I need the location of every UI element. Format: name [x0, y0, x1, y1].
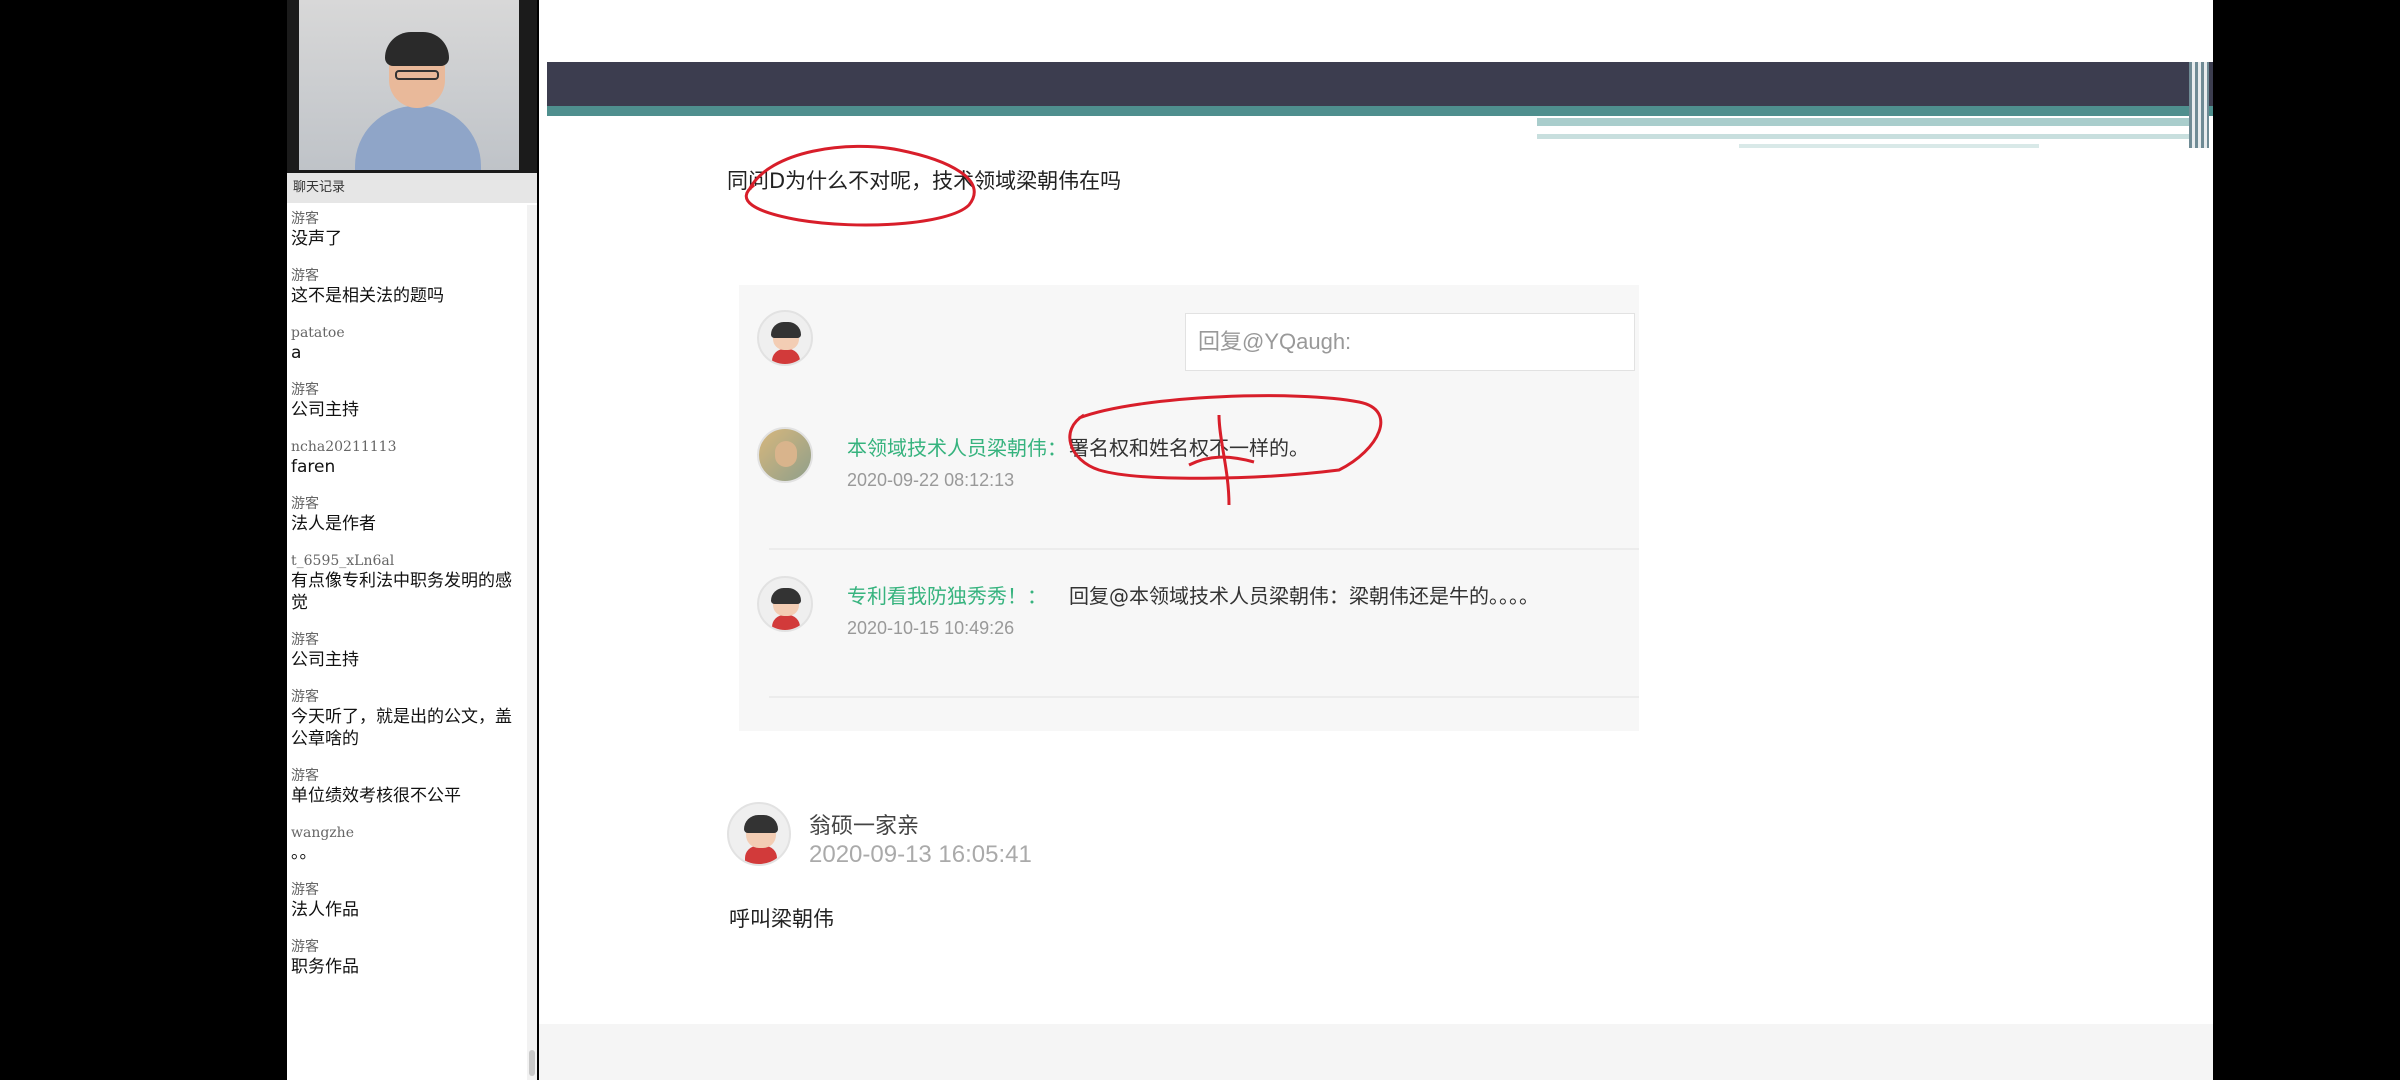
slide-header-accent-line [1537, 134, 2207, 139]
presenter-video-frame [299, 0, 519, 170]
chat-message: wangzhe 。。 [287, 824, 527, 864]
chat-panel: 聊天记录 游客 没声了 游客 这不是相关法的题吗 patatoe a 游客 公司… [287, 0, 537, 1080]
chat-text: 。。 [291, 843, 317, 863]
chat-username: 游客 [291, 882, 319, 898]
chat-username: 游客 [291, 689, 319, 705]
slide-header-accent-line [1537, 118, 2207, 126]
main-post-time: 2020-09-13 16:05:41 [809, 841, 1032, 868]
default-avatar [757, 576, 813, 632]
chat-username: ncha20211113 [291, 439, 397, 455]
presenter-glasses [395, 70, 439, 80]
chat-username: 游客 [291, 268, 319, 284]
slide-header-accent [547, 106, 2213, 116]
chat-username: wangzhe [291, 825, 354, 841]
slide-area: 同问D为什么不对呢，技术领域梁朝伟在吗 回复@YQaugh: 本领域技术人员梁朝… [539, 0, 2213, 1080]
slide-header-accent-line [1739, 144, 2039, 148]
chat-message: 游客 职务作品 [287, 938, 527, 978]
chat-text: 法人是作者 [291, 514, 376, 534]
presenter-video [287, 0, 537, 173]
chat-message: 游客 公司主持 [287, 631, 527, 671]
chat-message-list: 游客 没声了 游客 这不是相关法的题吗 patatoe a 游客 公司主持 nc… [287, 210, 527, 995]
chat-username: 游客 [291, 939, 319, 955]
chat-text: faren [291, 457, 336, 477]
chat-message: 游客 公司主持 [287, 381, 527, 421]
question-text: 同问D为什么不对呢，技术领域梁朝伟在吗 [727, 169, 1122, 193]
comment-divider [769, 696, 1639, 698]
comment-username[interactable]: 专利看我防独秀秀！： [847, 580, 1047, 609]
chat-text: 没声了 [291, 229, 342, 249]
chat-scrollbar[interactable] [527, 205, 537, 1080]
chat-message: patatoe a [287, 324, 527, 364]
chat-text: 公司主持 [291, 400, 359, 420]
comment-text: 回复@本领域技术人员梁朝伟：梁朝伟还是牛的。。。。 [1069, 584, 1539, 608]
chat-message: t_6595_xLn6al 有点像专利法中职务发明的感觉 [287, 552, 527, 614]
slide-bottom-bar [539, 1024, 2213, 1080]
main-post-username[interactable]: 翁硕一家亲 [809, 808, 919, 840]
presenter-body [355, 106, 481, 170]
chat-text: 职务作品 [291, 957, 359, 977]
chat-header: 聊天记录 [287, 173, 537, 203]
comment-time: 2020-09-22 08:12:13 [847, 470, 1015, 490]
chat-message: 游客 法人作品 [287, 881, 527, 921]
main-post-text: 呼叫梁朝伟 [729, 907, 834, 931]
reply-input[interactable]: 回复@YQaugh: [1185, 313, 1635, 371]
chat-text: 单位绩效考核很不公平 [291, 786, 461, 806]
chat-text: 公司主持 [291, 650, 359, 670]
comment-username[interactable]: 本领域技术人员梁朝伟： [847, 432, 1067, 461]
chat-message: 游客 今天听了，就是出的公文，盖公章啥的 [287, 688, 527, 750]
chat-text: 有点像专利法中职务发明的感觉 [291, 571, 512, 613]
chat-username: 游客 [291, 211, 319, 227]
photo-avatar [757, 427, 813, 483]
reply-avatar [757, 310, 813, 366]
comment-divider [769, 548, 1639, 550]
chat-username: 游客 [291, 768, 319, 784]
main-post-avatar [727, 802, 791, 866]
chat-username: 游客 [291, 382, 319, 398]
slide-header-stripes [2189, 62, 2209, 148]
chat-text: 今天听了，就是出的公文，盖公章啥的 [291, 707, 512, 749]
chat-message: 游客 这不是相关法的题吗 [287, 267, 527, 307]
slide-header-band [547, 62, 2213, 106]
chat-text: 这不是相关法的题吗 [291, 286, 444, 306]
chat-message: ncha20211113 faren [287, 438, 527, 478]
chat-scroll-thumb[interactable] [529, 1050, 535, 1076]
chat-username: 游客 [291, 632, 319, 648]
chat-username: patatoe [291, 325, 345, 341]
chat-text: 法人作品 [291, 900, 359, 920]
chat-username: 游客 [291, 496, 319, 512]
chat-text: a [291, 343, 302, 363]
comment-time: 2020-10-15 10:49:26 [847, 618, 1015, 638]
presenter-hair [385, 32, 449, 66]
comment-text: 署名权和姓名权不一样的。 [1069, 436, 1309, 460]
chat-message: 游客 单位绩效考核很不公平 [287, 767, 527, 807]
chat-message: 游客 法人是作者 [287, 495, 527, 535]
chat-message: 游客 没声了 [287, 210, 527, 250]
chat-username: t_6595_xLn6al [291, 553, 395, 569]
